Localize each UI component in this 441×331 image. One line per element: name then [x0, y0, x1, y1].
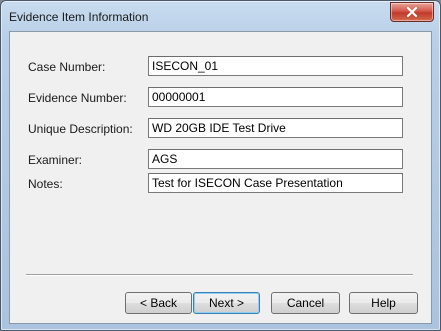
case-number-label: Case Number:: [28, 60, 106, 74]
dialog-content: Case Number: Evidence Number: Unique Des…: [9, 31, 432, 324]
unique-description-field[interactable]: [148, 118, 403, 138]
unique-description-label: Unique Description:: [28, 122, 133, 136]
close-button[interactable]: [390, 2, 434, 22]
evidence-number-label: Evidence Number:: [28, 91, 127, 105]
examiner-row: Examiner:: [10, 149, 431, 171]
notes-label: Notes:: [28, 177, 63, 191]
examiner-label: Examiner:: [28, 153, 83, 167]
unique-description-row: Unique Description:: [10, 118, 431, 140]
case-number-row: Case Number:: [10, 56, 431, 78]
cancel-button[interactable]: Cancel: [271, 292, 340, 314]
close-icon: [406, 7, 418, 17]
next-button[interactable]: Next >: [193, 292, 260, 314]
case-number-field[interactable]: [148, 56, 403, 76]
examiner-field[interactable]: [148, 149, 403, 169]
help-button[interactable]: Help: [349, 292, 418, 314]
notes-field[interactable]: [148, 173, 403, 193]
window-title: Evidence Item Information: [9, 10, 149, 24]
button-separator: [26, 274, 413, 276]
back-button[interactable]: < Back: [125, 292, 192, 314]
notes-row: Notes:: [10, 173, 431, 195]
dialog-window: Evidence Item Information Case Number: E…: [0, 0, 441, 331]
title-bar[interactable]: Evidence Item Information: [1, 1, 440, 31]
evidence-number-row: Evidence Number:: [10, 87, 431, 109]
evidence-number-field[interactable]: [148, 87, 403, 107]
